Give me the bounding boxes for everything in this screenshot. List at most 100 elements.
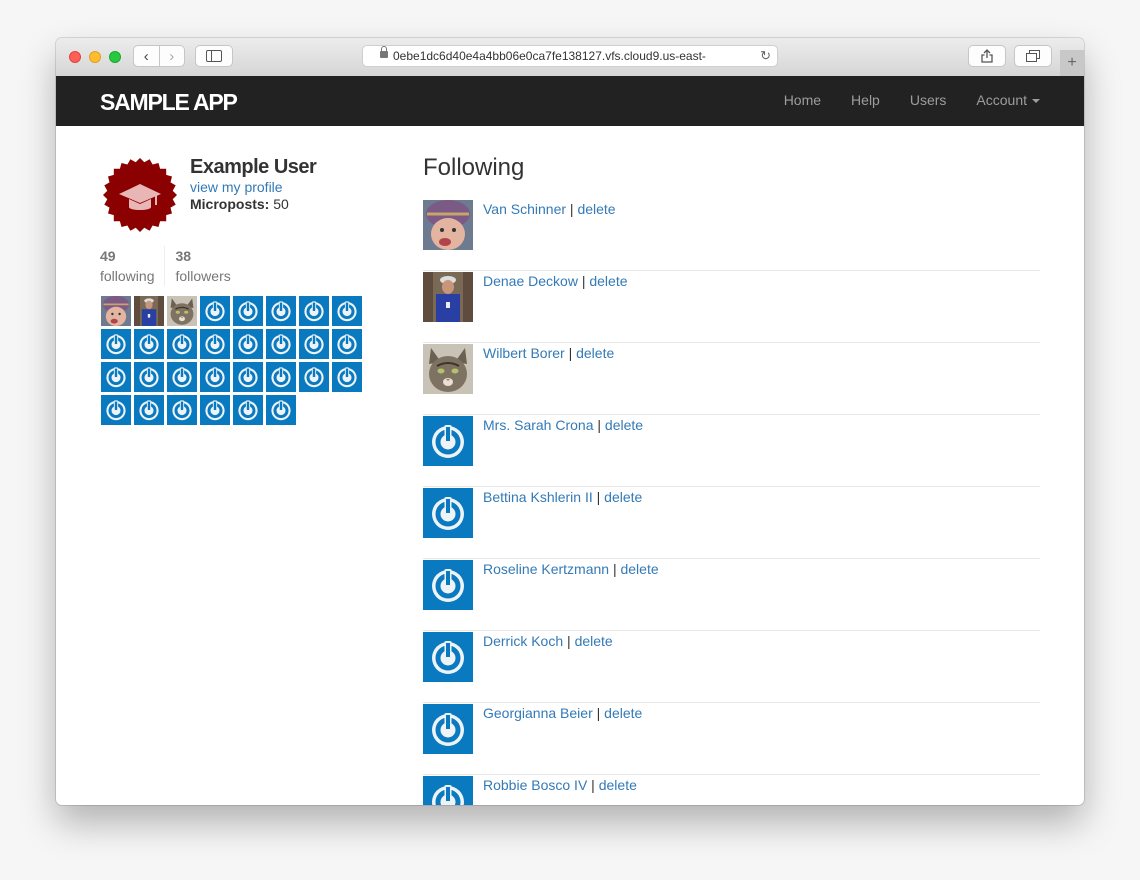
delete-link[interactable]: delete: [604, 705, 642, 721]
browser-window: ‹ › 0ebe1dc6d40e4a4bb06e0ca7fe138127.vfs…: [56, 38, 1084, 805]
user-name-link[interactable]: Wilbert Borer: [483, 345, 565, 361]
nav-home[interactable]: Home: [784, 92, 821, 108]
grid-default-avatar-icon[interactable]: [266, 362, 296, 392]
grid-default-avatar-icon[interactable]: [134, 395, 164, 425]
grid-avatar-photo[interactable]: [134, 296, 164, 326]
user-item-text: Denae Deckow | delete: [483, 273, 628, 289]
grid-avatar-photo[interactable]: [167, 296, 197, 326]
user-default-avatar-icon[interactable]: [423, 488, 473, 538]
view-profile-link[interactable]: view my profile: [190, 179, 283, 195]
grid-default-avatar-icon[interactable]: [266, 395, 296, 425]
grid-default-avatar-icon[interactable]: [134, 329, 164, 359]
grid-default-avatar-icon[interactable]: [200, 329, 230, 359]
user-list-item: Van Schinner | delete: [423, 200, 1040, 271]
user-default-avatar-icon[interactable]: [423, 560, 473, 610]
grid-default-avatar-icon[interactable]: [167, 395, 197, 425]
user-list-item: Bettina Kshlerin II | delete: [423, 488, 1040, 559]
grid-default-avatar-icon[interactable]: [134, 362, 164, 392]
user-name-link[interactable]: Denae Deckow: [483, 273, 578, 289]
delete-link[interactable]: delete: [589, 273, 627, 289]
grid-default-avatar-icon[interactable]: [200, 362, 230, 392]
user-default-avatar-icon[interactable]: [423, 776, 473, 805]
minimize-window-button[interactable]: [89, 51, 101, 63]
grid-default-avatar-icon[interactable]: [200, 395, 230, 425]
zoom-window-button[interactable]: [109, 51, 121, 63]
delete-link[interactable]: delete: [577, 201, 615, 217]
separator: |: [592, 705, 605, 721]
separator: |: [566, 201, 578, 217]
separator: |: [593, 417, 605, 433]
app-logo[interactable]: SAMPLE APP: [100, 89, 238, 116]
separator: |: [577, 273, 590, 289]
user-default-avatar-icon[interactable]: [423, 632, 473, 682]
address-bar[interactable]: 0ebe1dc6d40e4a4bb06e0ca7fe138127.vfs.clo…: [362, 45, 778, 67]
grid-default-avatar-icon[interactable]: [233, 329, 263, 359]
user-name-link[interactable]: Bettina Kshlerin II: [483, 489, 593, 505]
grid-default-avatar-icon[interactable]: [233, 395, 263, 425]
microposts-value: 50: [273, 196, 289, 212]
grid-default-avatar-icon[interactable]: [299, 362, 329, 392]
user-item-text: Van Schinner | delete: [483, 201, 616, 217]
grid-default-avatar-icon[interactable]: [167, 329, 197, 359]
grid-default-avatar-icon[interactable]: [332, 296, 362, 326]
nav-account-dropdown[interactable]: Account: [976, 92, 1040, 108]
delete-link[interactable]: delete: [576, 345, 614, 361]
nav-account-label: Account: [976, 92, 1027, 108]
delete-link[interactable]: delete: [575, 633, 613, 649]
user-avatar-photo[interactable]: [423, 344, 473, 394]
close-window-button[interactable]: [69, 51, 81, 63]
grid-default-avatar-icon[interactable]: [266, 329, 296, 359]
user-list-item: Robbie Bosco IV | delete: [423, 776, 1040, 805]
user-name-link[interactable]: Derrick Koch: [483, 633, 563, 649]
grid-default-avatar-icon[interactable]: [332, 329, 362, 359]
grid-default-avatar-icon[interactable]: [101, 362, 131, 392]
share-icon[interactable]: [968, 45, 1006, 67]
followers-stat[interactable]: 38 followers: [164, 246, 240, 286]
nav-users[interactable]: Users: [910, 92, 947, 108]
separator: |: [609, 561, 621, 577]
grid-default-avatar-icon[interactable]: [266, 296, 296, 326]
grid-default-avatar-icon[interactable]: [101, 395, 131, 425]
grid-default-avatar-icon[interactable]: [332, 362, 362, 392]
nav-help[interactable]: Help: [851, 92, 880, 108]
grid-default-avatar-icon[interactable]: [299, 329, 329, 359]
user-list-item: Wilbert Borer | delete: [423, 344, 1040, 415]
delete-link[interactable]: delete: [620, 561, 658, 577]
delete-link[interactable]: delete: [599, 777, 637, 793]
user-avatar-badge-icon[interactable]: [103, 158, 177, 232]
grid-default-avatar-icon[interactable]: [233, 296, 263, 326]
reload-icon[interactable]: ↻: [760, 48, 771, 64]
grid-default-avatar-icon[interactable]: [200, 296, 230, 326]
url-text: 0ebe1dc6d40e4a4bb06e0ca7fe138127.vfs.clo…: [393, 49, 706, 63]
grid-avatar-photo[interactable]: [101, 296, 131, 326]
browser-toolbar: ‹ › 0ebe1dc6d40e4a4bb06e0ca7fe138127.vfs…: [56, 38, 1084, 77]
back-icon[interactable]: ‹: [134, 46, 159, 66]
user-avatar-photo[interactable]: [423, 200, 473, 250]
user-name-link[interactable]: Roseline Kertzmann: [483, 561, 609, 577]
user-name-link[interactable]: Mrs. Sarah Crona: [483, 417, 593, 433]
user-name-link[interactable]: Georgianna Beier: [483, 705, 593, 721]
user-default-avatar-icon[interactable]: [423, 416, 473, 466]
delete-link[interactable]: delete: [605, 417, 643, 433]
grid-default-avatar-icon[interactable]: [233, 362, 263, 392]
user-item-text: Robbie Bosco IV | delete: [483, 777, 637, 793]
grid-default-avatar-icon[interactable]: [299, 296, 329, 326]
new-tab-icon[interactable]: +: [1060, 50, 1084, 76]
sidebar-toggle-icon[interactable]: [195, 45, 233, 67]
user-name-link[interactable]: Van Schinner: [483, 201, 566, 217]
user-item-text: Mrs. Sarah Crona | delete: [483, 417, 643, 433]
followers-label: followers: [175, 268, 231, 284]
profile-name: Example User: [190, 156, 317, 178]
grid-default-avatar-icon[interactable]: [101, 329, 131, 359]
delete-link[interactable]: delete: [604, 489, 642, 505]
user-item-text: Roseline Kertzmann | delete: [483, 561, 659, 577]
user-default-avatar-icon[interactable]: [423, 704, 473, 754]
forward-icon[interactable]: ›: [158, 46, 185, 66]
following-avatar-grid: [101, 296, 371, 425]
user-name-link[interactable]: Robbie Bosco IV: [483, 777, 587, 793]
tabs-overview-icon[interactable]: [1014, 45, 1052, 67]
user-avatar-photo[interactable]: [423, 272, 473, 322]
following-stat[interactable]: 49 following: [100, 246, 164, 286]
grid-default-avatar-icon[interactable]: [167, 362, 197, 392]
follow-stats: 49 following 38 followers: [100, 246, 241, 286]
